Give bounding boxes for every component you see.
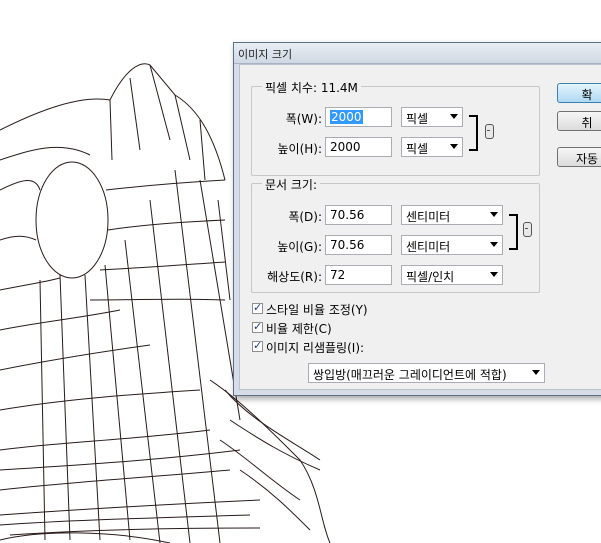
resolution-unit: 픽셀/인치 <box>406 270 455 284</box>
scale-styles-label: 스타일 비율 조정(Y) <box>266 303 368 317</box>
image-size-dialog: 이미지 크기 픽셀 치수: 11.4M 폭(W): 2000 픽셀 높이(H):… <box>233 42 601 396</box>
document-size-legend: 문서 크기: <box>262 176 321 193</box>
pixel-height-unit-select[interactable]: 픽셀 <box>401 137 463 157</box>
scale-styles-checkbox[interactable] <box>252 301 263 314</box>
doc-width-input[interactable]: 70.56 <box>325 205 392 225</box>
pixel-width-value: 2000 <box>330 110 363 124</box>
pixel-width-unit: 픽셀 <box>406 112 429 126</box>
pixel-width-label: 폭(W): <box>285 112 322 126</box>
doc-width-value: 70.56 <box>330 208 365 222</box>
chevron-down-icon <box>450 114 458 119</box>
doc-height-unit-select[interactable]: 센티미터 <box>401 235 503 255</box>
resolution-value: 72 <box>330 268 346 282</box>
doc-height-value: 70.56 <box>330 238 365 252</box>
chevron-down-icon <box>450 144 458 149</box>
resolution-unit-select[interactable]: 픽셀/인치 <box>401 265 503 285</box>
resample-checkbox[interactable] <box>252 339 263 352</box>
chain-link-icon <box>523 222 532 237</box>
doc-height-unit: 센티미터 <box>406 240 451 254</box>
resolution-input[interactable]: 72 <box>325 265 392 285</box>
pixel-link-bracket <box>469 115 478 151</box>
doc-height-input[interactable]: 70.56 <box>325 235 392 255</box>
chevron-down-icon <box>532 370 540 375</box>
cancel-button[interactable]: 취 <box>557 111 601 131</box>
dialog-body: 픽셀 치수: 11.4M 폭(W): 2000 픽셀 높이(H): 2000 픽… <box>239 64 601 390</box>
pixel-width-input[interactable]: 2000 <box>325 107 392 127</box>
chevron-down-icon <box>490 272 498 277</box>
pixel-height-unit: 픽셀 <box>406 142 429 156</box>
pixel-height-label: 높이(H): <box>277 142 322 156</box>
ok-button[interactable]: 확 <box>557 83 601 103</box>
constrain-proportions-checkbox[interactable] <box>252 320 263 333</box>
pixel-height-value: 2000 <box>330 140 361 154</box>
auto-button-label: 자동 <box>575 152 599 166</box>
doc-width-label: 폭(D): <box>288 210 322 224</box>
doc-width-unit: 센티미터 <box>406 210 451 224</box>
doc-height-label: 높이(G): <box>277 240 322 254</box>
resample-method-select[interactable]: 쌍입방(매끄러운 그레이디언트에 적합) <box>308 363 545 383</box>
document-size-group: 문서 크기: 폭(D): 70.56 센티미터 높이(G): 70.56 센티미… <box>251 176 540 293</box>
dialog-titlebar[interactable]: 이미지 크기 <box>234 43 601 64</box>
doc-width-unit-select[interactable]: 센티미터 <box>401 205 503 225</box>
resample-label: 이미지 리샘플링(I): <box>266 341 365 355</box>
constrain-proportions-label: 비율 제한(C) <box>266 322 332 336</box>
auto-button[interactable]: 자동 <box>557 147 601 167</box>
chevron-down-icon <box>490 242 498 247</box>
chain-link-icon <box>485 124 494 139</box>
ok-button-label: 확 <box>581 88 593 102</box>
cancel-button-label: 취 <box>581 116 593 130</box>
resolution-label: 해상도(R): <box>267 270 322 284</box>
doc-link-bracket <box>509 214 518 250</box>
pixel-height-input[interactable]: 2000 <box>325 137 392 157</box>
chevron-down-icon <box>490 212 498 217</box>
resample-method-value: 쌍입방(매끄러운 그레이디언트에 적합) <box>313 368 507 382</box>
dialog-title: 이미지 크기 <box>238 48 293 61</box>
pixel-dimensions-group: 픽셀 치수: 11.4M 폭(W): 2000 픽셀 높이(H): 2000 픽… <box>251 79 540 176</box>
pixel-width-unit-select[interactable]: 픽셀 <box>401 107 463 127</box>
pixel-dimensions-legend: 픽셀 치수: 11.4M <box>262 79 361 96</box>
